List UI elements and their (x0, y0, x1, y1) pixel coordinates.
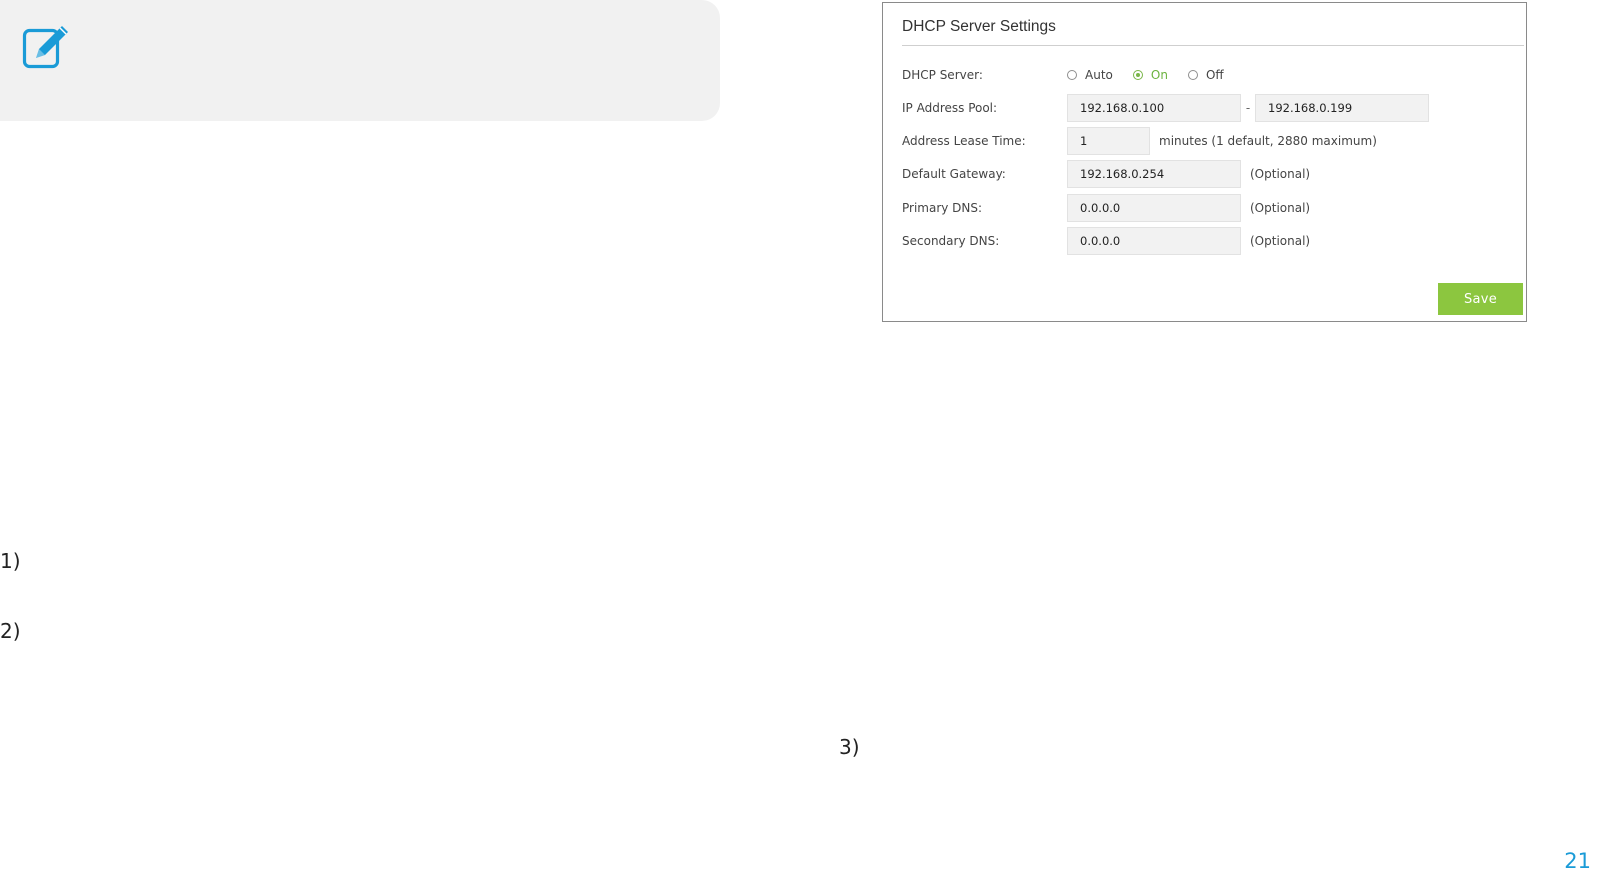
radio-on-circle[interactable] (1132, 70, 1143, 80)
radio-auto-circle[interactable] (1067, 70, 1077, 80)
primary-dns-label: Primary DNS: (902, 201, 983, 215)
lease-time-controls: minutes (1 default, 2880 maximum) (1067, 127, 1377, 155)
title-divider (902, 45, 1524, 46)
step-number-1: 1) (0, 549, 21, 573)
ip-pool-end-input[interactable] (1255, 94, 1429, 122)
ip-pool-controls: - (1067, 94, 1429, 122)
dhcp-server-radio-group: Auto On Off (1067, 68, 1244, 82)
lease-time-label: Address Lease Time: (902, 134, 1026, 148)
ip-pool-separator: - (1245, 101, 1251, 115)
lease-time-input[interactable] (1067, 127, 1150, 155)
gateway-label: Default Gateway: (902, 167, 1006, 181)
page-number: 21 (1564, 849, 1591, 873)
radio-auto-label: Auto (1085, 68, 1113, 82)
ip-pool-start-input[interactable] (1067, 94, 1241, 122)
primary-dns-hint: (Optional) (1250, 201, 1311, 215)
secondary-dns-label: Secondary DNS: (902, 234, 1000, 248)
primary-dns-input[interactable] (1067, 194, 1241, 222)
secondary-dns-controls: (Optional) (1067, 227, 1310, 255)
gateway-input[interactable] (1067, 160, 1241, 188)
edit-note-icon (22, 26, 68, 69)
step-number-3: 3) (839, 735, 860, 759)
primary-dns-controls: (Optional) (1067, 194, 1310, 222)
dhcp-settings-panel: DHCP Server Settings DHCP Server: Auto O… (882, 2, 1527, 322)
radio-auto[interactable]: Auto (1067, 68, 1113, 82)
panel-title: DHCP Server Settings (902, 18, 1056, 35)
ip-pool-label: IP Address Pool: (902, 101, 998, 115)
radio-off[interactable]: Off (1187, 68, 1224, 82)
radio-off-circle[interactable] (1187, 70, 1198, 80)
secondary-dns-hint: (Optional) (1250, 234, 1311, 248)
radio-off-label: Off (1205, 68, 1224, 82)
dhcp-server-label: DHCP Server: (902, 68, 983, 82)
radio-on-label: On (1150, 68, 1168, 82)
radio-on[interactable]: On (1132, 68, 1168, 82)
save-button[interactable]: Save (1438, 283, 1523, 315)
gateway-hint: (Optional) (1250, 167, 1311, 181)
secondary-dns-input[interactable] (1067, 227, 1241, 255)
lease-time-hint: minutes (1 default, 2880 maximum) (1159, 134, 1377, 148)
step-number-2: 2) (0, 619, 21, 643)
gateway-controls: (Optional) (1067, 160, 1310, 188)
note-box (0, 0, 720, 121)
